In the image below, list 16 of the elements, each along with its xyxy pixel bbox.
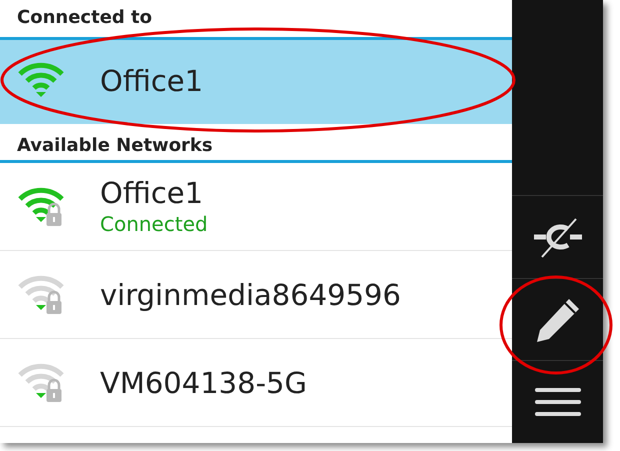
menu-icon[interactable] <box>534 388 580 416</box>
network-row[interactable]: virginmedia8649596 <box>0 251 512 339</box>
wifi-lock-icon <box>18 274 66 314</box>
edit-icon[interactable] <box>534 296 580 342</box>
wifi-lock-icon <box>18 186 66 226</box>
section-header: Available Networks <box>16 134 214 158</box>
network-row[interactable]: Office1 Connected <box>0 163 512 251</box>
network-name: Office1 <box>100 63 204 100</box>
status-text: Connected <box>100 210 208 238</box>
network-name: virginmedia8649596 <box>100 278 401 312</box>
network-row[interactable]: Office1 <box>0 37 512 124</box>
section-header: Connected to <box>16 6 154 30</box>
network-name: VM604138-5G <box>100 366 307 400</box>
wifi-lock-icon <box>18 362 66 402</box>
network-row[interactable]: VM604138-5G <box>0 339 512 427</box>
network-name: Office1 <box>100 176 204 210</box>
